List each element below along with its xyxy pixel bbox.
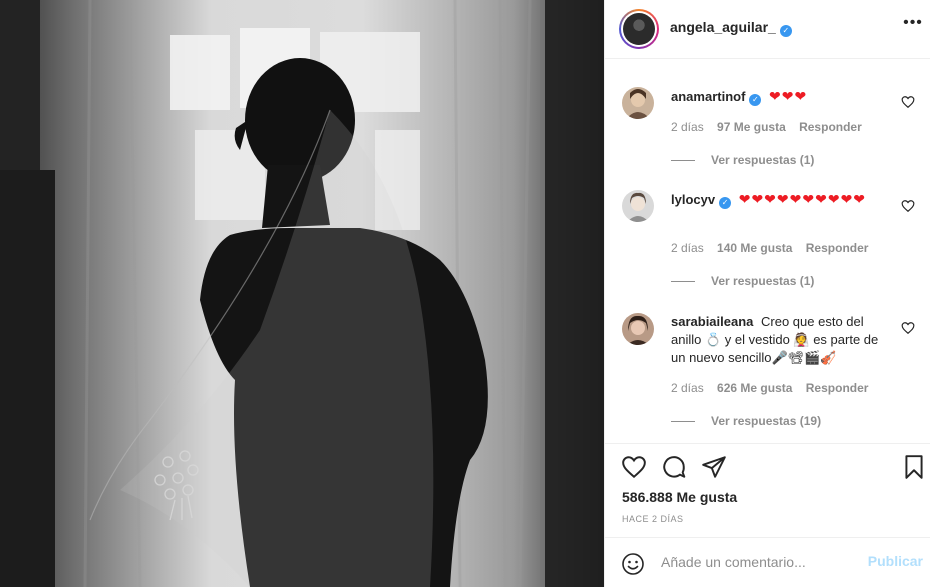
comment-body: lylocyv ✓ ❤❤❤❤❤❤❤❤❤❤ xyxy=(671,190,891,209)
heart-icon[interactable] xyxy=(621,454,647,480)
comment-body: anamartinof ✓ ❤❤❤ xyxy=(671,87,891,106)
verified-badge-icon: ✓ xyxy=(779,25,792,37)
post-side-panel: angela_aguilar_ ✓ ••• anamartinof ✓ ❤❤❤ 2 … xyxy=(604,0,930,587)
verified-badge-icon: ✓ xyxy=(719,197,732,209)
comment-likes[interactable]: 97 Me gusta xyxy=(717,120,786,134)
replies-divider xyxy=(671,421,695,423)
author-username-label[interactable]: angela_aguilar_ xyxy=(670,19,776,35)
comment-icon[interactable] xyxy=(661,454,687,480)
share-icon[interactable] xyxy=(701,454,727,480)
comment-time[interactable]: 2 días xyxy=(671,241,704,255)
replies-divider xyxy=(671,160,695,162)
comment-body: sarabiaileana Creo que esto del anillo 💍… xyxy=(671,313,891,367)
author-username[interactable]: angela_aguilar_ ✓ xyxy=(670,19,792,37)
comment-item: sarabiaileana Creo que esto del anillo 💍… xyxy=(605,305,930,443)
comment-time[interactable]: 2 días xyxy=(671,381,704,395)
verified-badge-icon: ✓ xyxy=(749,94,762,106)
post-likes-count[interactable]: 586.888 Me gusta xyxy=(622,489,737,505)
emoji-icon[interactable] xyxy=(621,552,645,576)
post-header: angela_aguilar_ ✓ ••• xyxy=(605,0,930,59)
commenter-avatar[interactable] xyxy=(622,313,654,345)
bookmark-icon[interactable] xyxy=(901,454,927,480)
comment-like-heart-icon[interactable] xyxy=(901,321,915,335)
publish-button[interactable]: Publicar xyxy=(868,553,923,569)
comment-like-heart-icon[interactable] xyxy=(901,95,915,109)
bride-silhouette-photo xyxy=(0,0,604,587)
commenter-avatar[interactable] xyxy=(622,190,654,222)
comment-meta: 2 días 626 Me gusta Responder xyxy=(671,381,878,395)
view-replies-label[interactable]: Ver respuestas (1) xyxy=(711,153,814,167)
post-timestamp[interactable]: HACE 2 DÍAS xyxy=(622,514,684,524)
view-replies-label[interactable]: Ver respuestas (19) xyxy=(711,414,821,428)
comments-list[interactable]: anamartinof ✓ ❤❤❤ 2 días 97 Me gusta Resp… xyxy=(605,60,930,443)
view-replies-button[interactable]: Ver respuestas (1) xyxy=(671,274,814,288)
comment-text: ❤❤❤ xyxy=(769,88,808,104)
comment-text: ❤❤❤❤❤❤❤❤❤❤ xyxy=(738,191,867,207)
comment-likes[interactable]: 140 Me gusta xyxy=(717,241,792,255)
replies-divider xyxy=(671,281,695,283)
comment-meta: 2 días 140 Me gusta Responder xyxy=(671,241,878,255)
post-photo[interactable] xyxy=(0,0,604,587)
comment-item: lylocyv ✓ ❤❤❤❤❤❤❤❤❤❤ 2 días 140 Me gusta … xyxy=(605,180,930,310)
comment-meta: 2 días 97 Me gusta Responder xyxy=(671,120,872,134)
comment-likes[interactable]: 626 Me gusta xyxy=(717,381,792,395)
comment-time[interactable]: 2 días xyxy=(671,120,704,134)
commenter-username[interactable]: sarabiaileana xyxy=(671,314,753,329)
more-horizontal-icon[interactable]: ••• xyxy=(903,15,923,36)
commenter-username[interactable]: anamartinof ✓ xyxy=(671,89,762,106)
reply-button[interactable]: Responder xyxy=(799,120,862,134)
author-avatar-image xyxy=(623,13,655,45)
add-comment-bar: Publicar xyxy=(605,537,930,587)
author-avatar[interactable] xyxy=(619,9,659,49)
add-comment-input[interactable] xyxy=(661,551,861,573)
view-replies-label[interactable]: Ver respuestas (1) xyxy=(711,274,814,288)
comment-like-heart-icon[interactable] xyxy=(901,199,915,213)
commenter-username[interactable]: lylocyv ✓ xyxy=(671,192,732,209)
view-replies-button[interactable]: Ver respuestas (19) xyxy=(671,414,821,428)
reply-button[interactable]: Responder xyxy=(806,381,869,395)
comment-item: anamartinof ✓ ❤❤❤ 2 días 97 Me gusta Resp… xyxy=(605,60,930,180)
post-actions: 586.888 Me gusta HACE 2 DÍAS Publicar xyxy=(605,443,930,587)
view-replies-button[interactable]: Ver respuestas (1) xyxy=(671,153,814,167)
commenter-avatar[interactable] xyxy=(622,87,654,119)
reply-button[interactable]: Responder xyxy=(806,241,869,255)
